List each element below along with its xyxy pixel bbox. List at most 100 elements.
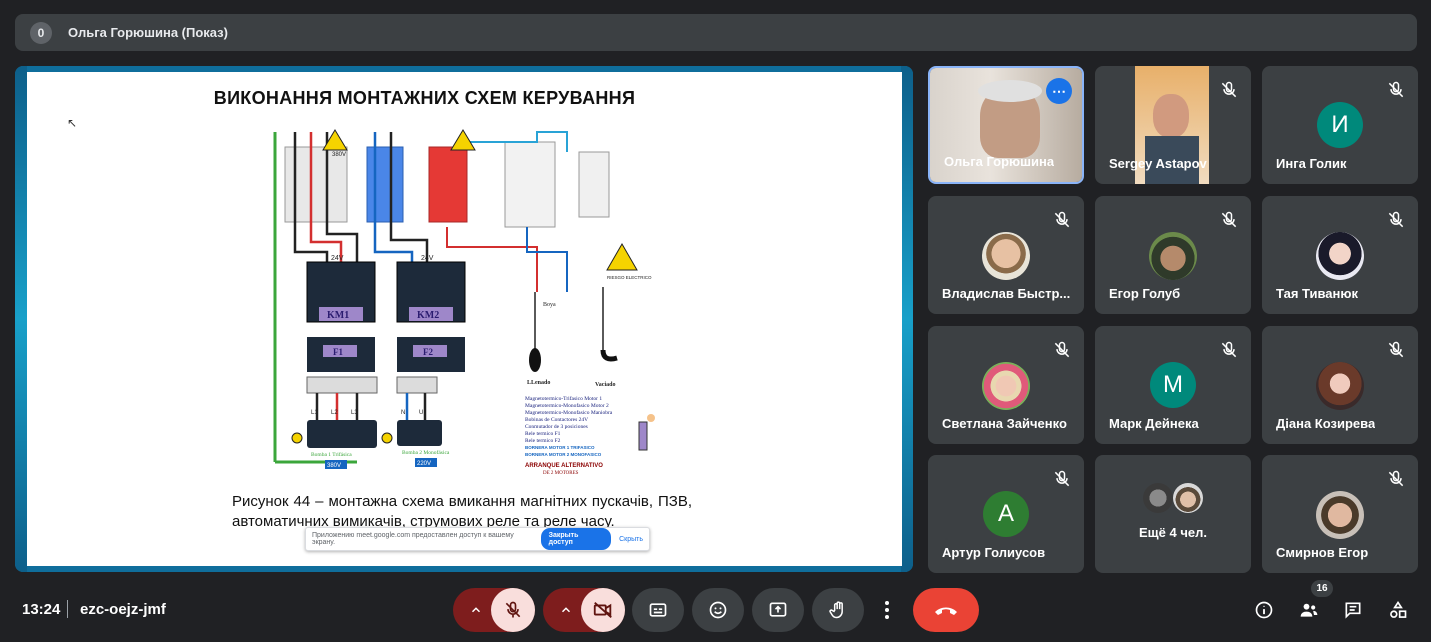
participant-name: Ольга Горюшина	[944, 154, 1055, 169]
avatar: М	[1150, 362, 1196, 408]
activities-icon	[1390, 600, 1407, 618]
stop-sharing-button[interactable]: Закрыть доступ	[540, 528, 612, 550]
participant-tile-egor[interactable]: Егор Голуб	[1095, 196, 1251, 314]
participant-tile-mark[interactable]: М Марк Дейнека	[1095, 326, 1251, 444]
legend-3: Magnetotermico-Monofasico Maniobra	[525, 409, 613, 416]
shared-screen: ВИКОНАННЯ МОНТАЖНИХ СХЕМ КЕРУВАННЯ ↖ 380…	[15, 66, 913, 572]
label-24v-b: 24V	[421, 255, 434, 262]
chat-button[interactable]	[1335, 588, 1371, 632]
mic-off-icon	[1221, 341, 1237, 358]
mic-off-icon	[1221, 211, 1237, 228]
chat-icon	[1345, 602, 1361, 619]
people-icon	[1300, 603, 1318, 617]
participant-name: Владислав Быстр...	[942, 286, 1071, 301]
mic-off-icon	[1388, 211, 1404, 228]
label-riesgo: RIESGO ELECTRICO	[607, 275, 652, 280]
avatar: И	[1317, 102, 1363, 148]
mic-off-icon	[1388, 341, 1404, 358]
label-vaciado: Vaciado	[595, 382, 615, 388]
screen-share-notice: Приложению meet.google.com предоставлен …	[305, 527, 650, 551]
wiring-diagram: 380V RIESGO ELECTRICO KM1 KM2 24V 24V F1…	[273, 129, 655, 476]
label-l2: L2	[331, 410, 338, 416]
meeting-info-button[interactable]	[1246, 588, 1282, 632]
people-button[interactable]	[1291, 588, 1327, 632]
leave-call-button[interactable]	[913, 588, 979, 632]
mic-off-icon	[1221, 81, 1237, 98]
more-options-icon[interactable]: ⋯	[1046, 78, 1072, 104]
label-boya: Boya	[543, 302, 556, 308]
participant-tile-vladislav[interactable]: Владислав Быстр...	[928, 196, 1084, 314]
label-km2: KM2	[417, 310, 439, 321]
person-face	[1153, 94, 1189, 138]
avatar	[1316, 232, 1364, 280]
participant-tile-smirnov[interactable]: Смирнов Егор	[1262, 455, 1418, 573]
audio-options-chevron-icon[interactable]	[458, 588, 494, 632]
legend-6: Rele termico F1	[525, 431, 561, 437]
more-options-button[interactable]	[869, 588, 905, 632]
participant-name: Тая Тиванюк	[1276, 286, 1358, 301]
label-f1: F1	[333, 347, 343, 357]
raise-hand-button[interactable]	[812, 588, 864, 632]
legend-4: Bobinas de Contactores 24V	[525, 417, 588, 423]
label-bomba2-voltage: 220V	[417, 461, 431, 467]
mic-off-icon	[1388, 470, 1404, 487]
participant-tile-diana[interactable]: Діана Козирева	[1262, 326, 1418, 444]
reactions-button[interactable]	[692, 588, 744, 632]
captions-icon	[649, 603, 667, 617]
label-arranque: ARRANQUE ALTERNATIVO	[525, 463, 603, 469]
participant-tile-olga[interactable]: ⋯ Ольга Горюшина	[928, 66, 1084, 184]
camera-toggle-button[interactable]	[581, 588, 625, 632]
participant-tile-artur[interactable]: А Артур Голиусов	[928, 455, 1084, 573]
legend-1: Magnetotermico-Trifasico Motor 1	[525, 395, 602, 402]
present-screen-button[interactable]	[752, 588, 804, 632]
label-bomba1-voltage: 380V	[327, 463, 341, 469]
avatar	[1143, 483, 1173, 513]
avatar	[1316, 362, 1364, 410]
present-icon	[769, 602, 787, 617]
mic-off-icon	[1054, 341, 1070, 358]
participant-name: Sergey Astapov	[1109, 156, 1207, 171]
label-bomba2: Bomba 2 Monofásica	[402, 449, 450, 456]
legend-8: BORNERA MOTOR 1 TRIFASICO	[525, 445, 595, 450]
hand-icon	[829, 601, 843, 619]
presenter-badge: 0	[30, 21, 52, 44]
participant-tile-svetlana[interactable]: Светлана Зайченко	[928, 326, 1084, 444]
label-24v-a: 24V	[331, 255, 344, 262]
share-notice-text: Приложению meet.google.com предоставлен …	[312, 532, 514, 546]
label-f2: F2	[423, 347, 433, 357]
mic-off-icon	[1054, 211, 1070, 228]
label-motores: DE 2 MOTORES	[543, 471, 579, 476]
label-l1: L1	[311, 410, 318, 416]
label-km1: KM1	[327, 310, 349, 321]
more-participants-tile[interactable]: Ещё 4 чел.	[1095, 455, 1251, 573]
slide-caption: Рисунок 44 – монтажна схема вмикання маг…	[232, 493, 692, 530]
camera-off-icon	[593, 601, 612, 619]
emoji-icon	[709, 601, 727, 619]
mouse-cursor-icon: ↖	[67, 116, 78, 130]
activities-button[interactable]	[1380, 588, 1416, 632]
participant-name: Егор Голуб	[1109, 286, 1181, 301]
participant-tile-taya[interactable]: Тая Тиванюк	[1262, 196, 1418, 314]
legend-7: Rele termico F2	[525, 438, 561, 444]
participant-name: Смирнов Егор	[1276, 545, 1369, 560]
meeting-code: ezc-oejz-jmf	[80, 601, 166, 618]
legend-2: Magnetotermico-Monofasico Motor 2	[525, 402, 609, 409]
more-participants-label: Ещё 4 чел.	[1139, 525, 1207, 540]
participant-tile-inga[interactable]: И Инга Голик	[1262, 66, 1418, 184]
avatar	[982, 232, 1030, 280]
divider	[67, 600, 68, 618]
participant-name: Діана Козирева	[1276, 416, 1376, 431]
label-u: U	[419, 410, 423, 416]
participant-tile-sergey[interactable]: Sergey Astapov	[1095, 66, 1251, 184]
microphone-toggle-button[interactable]	[491, 588, 535, 632]
video-options-chevron-icon[interactable]	[548, 588, 584, 632]
more-vert-icon	[885, 601, 889, 619]
label-n: N	[401, 410, 405, 416]
avatar	[1149, 232, 1197, 280]
mic-off-icon	[1054, 470, 1070, 487]
frame-left-edge	[15, 66, 27, 572]
presenter-label: Ольга Горюшина (Показ)	[68, 25, 228, 40]
hide-notice-link[interactable]: Скрыть	[619, 536, 643, 543]
captions-button[interactable]	[632, 588, 684, 632]
avatar	[1316, 491, 1364, 539]
